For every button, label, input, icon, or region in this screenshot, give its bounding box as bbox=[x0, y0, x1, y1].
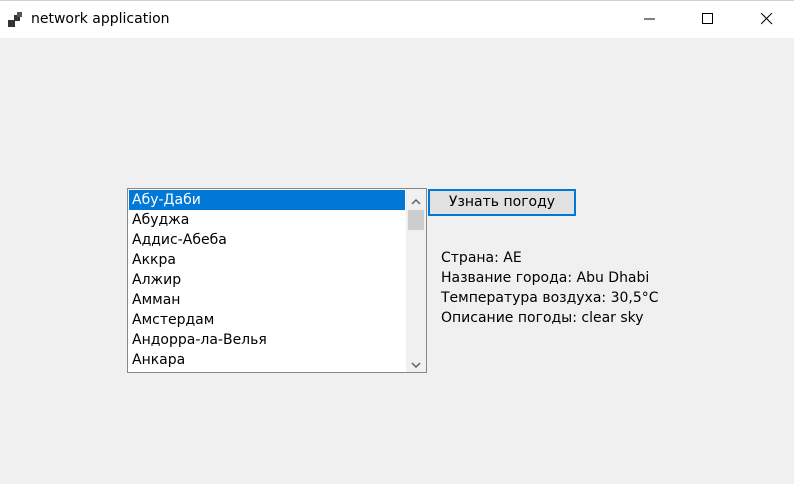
maximize-icon bbox=[702, 10, 714, 29]
temperature-label: Температура воздуха: 30,5°C bbox=[441, 290, 659, 306]
list-item[interactable]: Аккра bbox=[129, 250, 405, 270]
close-icon bbox=[760, 10, 773, 29]
weather-description-label: Описание погоды: clear sky bbox=[441, 310, 644, 326]
chevron-down-icon bbox=[411, 353, 421, 372]
maximize-button[interactable] bbox=[685, 1, 731, 38]
list-item[interactable]: Алжир bbox=[129, 270, 405, 290]
minimize-button[interactable] bbox=[627, 1, 673, 38]
chevron-up-icon bbox=[411, 190, 421, 209]
list-item[interactable]: Амман bbox=[129, 290, 405, 310]
app-window-icon bbox=[8, 12, 24, 28]
vertical-scrollbar[interactable] bbox=[406, 189, 426, 372]
city-list-items: Абу-Даби Абуджа Аддис-Абеба Аккра Алжир … bbox=[129, 190, 405, 370]
list-item[interactable]: Амстердам bbox=[129, 310, 405, 330]
scrollbar-thumb[interactable] bbox=[408, 210, 424, 230]
list-item-selected[interactable]: Абу-Даби bbox=[129, 190, 405, 210]
minimize-icon bbox=[644, 10, 656, 29]
scroll-down-button[interactable] bbox=[406, 352, 426, 372]
close-button[interactable] bbox=[744, 1, 790, 38]
list-item[interactable]: Аддис-Абеба bbox=[129, 230, 405, 250]
city-listbox[interactable]: Абу-Даби Абуджа Аддис-Абеба Аккра Алжир … bbox=[127, 188, 427, 373]
list-item[interactable]: Абуджа bbox=[129, 210, 405, 230]
list-item[interactable]: Андорра-ла-Велья bbox=[129, 330, 405, 350]
city-name-label: Название города: Abu Dhabi bbox=[441, 270, 650, 286]
main-window: network application Абу-Даби Абуджа Адди… bbox=[0, 0, 794, 484]
country-label: Страна: AE bbox=[441, 250, 522, 266]
list-item[interactable]: Анкара bbox=[129, 350, 405, 370]
scroll-up-button[interactable] bbox=[406, 189, 426, 209]
window-title: network application bbox=[31, 11, 170, 27]
title-bar[interactable]: network application bbox=[0, 0, 794, 38]
get-weather-button[interactable]: Узнать погоду bbox=[428, 189, 576, 216]
